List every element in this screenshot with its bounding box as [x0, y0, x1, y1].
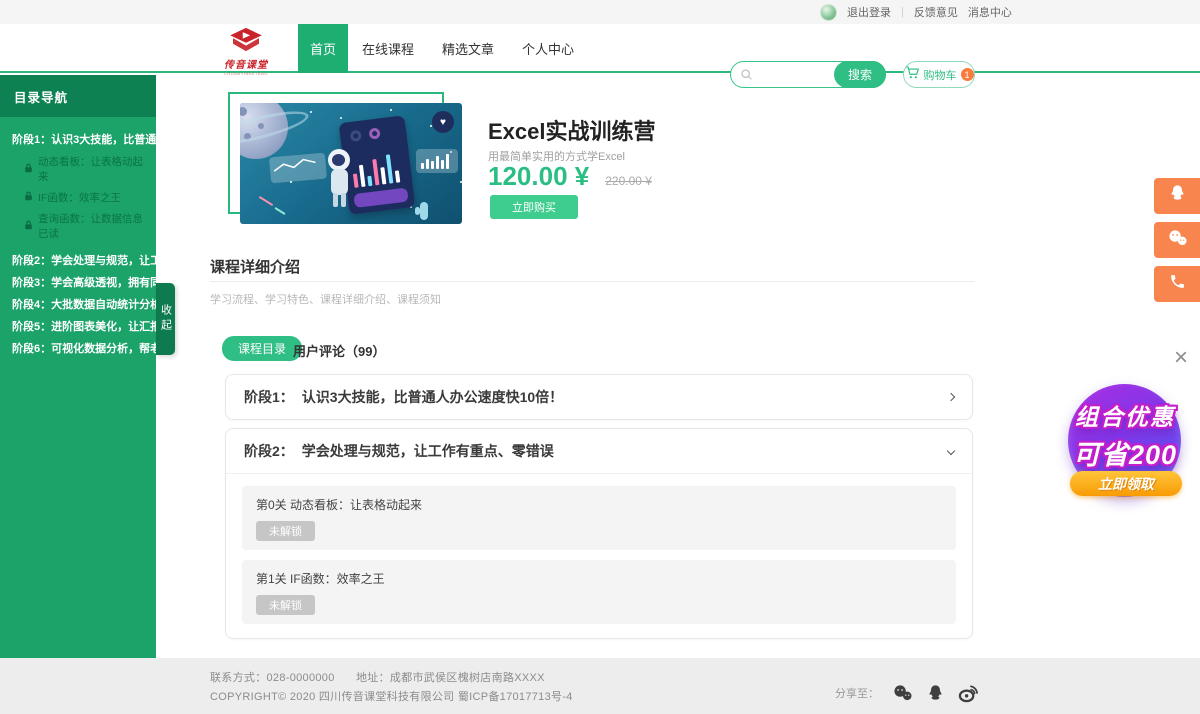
original-price: 220.00 ¥: [605, 174, 652, 188]
divider: [210, 281, 975, 282]
accordion-stage2-body: 第0关 动态看板：让表格动起来 未解锁 第1关 IF函数：效率之王 未解锁: [226, 473, 972, 638]
sidebar-subitem-lesson0[interactable]: 动态看板：让表格动起来: [0, 151, 156, 187]
cart-button[interactable]: 购物车 1: [903, 61, 975, 88]
search-button[interactable]: 搜索: [834, 61, 886, 88]
lock-icon: [24, 163, 33, 176]
main-nav: 首页 在线课程 精选文章 个人中心: [298, 24, 588, 73]
logo-subtext: CHUANYINKETANG: [220, 71, 272, 76]
detail-section-heading: 课程详细介绍: [210, 256, 300, 277]
qq-share-icon[interactable]: [926, 684, 945, 703]
sidebar-catalog-nav: 目录导航 阶段1：认识3大技能，比普通人... 动态看板：让表格动起来 IF函数…: [0, 75, 156, 658]
weibo-share-icon[interactable]: [958, 683, 979, 703]
course-title: Excel实战训练营: [488, 114, 656, 146]
course-cover-image[interactable]: ♥: [240, 103, 462, 224]
logo-icon: [226, 40, 266, 57]
stars-decoration: [310, 111, 312, 113]
sidebar-item-stage3[interactable]: 阶段3：学会高级透视，拥有同时...: [0, 272, 156, 294]
accordion-stage2: 阶段2：学会处理与规范，让工作有重点、零错误 第0关 动态看板：让表格动起来 未…: [225, 428, 973, 639]
meteor-decoration: [259, 196, 274, 206]
logo[interactable]: 传音课堂 CHUANYINKETANG: [220, 27, 272, 76]
qq-contact-button[interactable]: [1154, 178, 1200, 214]
sidebar-subitem-lesson1[interactable]: IF函数：效率之王: [0, 187, 156, 208]
sidebar-item-stage1[interactable]: 阶段1：认识3大技能，比普通人...: [0, 129, 156, 151]
footer-copyright: COPYRIGHT© 2020 四川传音课堂科技有限公司 蜀ICP备170177…: [210, 688, 573, 704]
sidebar-item-stage6[interactable]: 阶段6：可视化数据分析，帮老板...: [0, 338, 156, 360]
page: 退出登录 | 反馈意见 消息中心 传音课堂 CHUANYINKETANG 首页 …: [0, 0, 1200, 714]
tab-course-catalog[interactable]: 课程目录: [222, 336, 302, 361]
chevron-down-icon: [947, 447, 955, 455]
nav-item-profile[interactable]: 个人中心: [508, 24, 588, 73]
search-icon: [740, 68, 754, 87]
sidebar-item-stage2[interactable]: 阶段2：学会处理与规范，让工作...: [0, 250, 156, 272]
share-label: 分享至：: [835, 685, 879, 701]
avatar[interactable]: [820, 4, 837, 21]
current-price: 120.00 ¥: [488, 161, 589, 192]
wechat-contact-button[interactable]: [1154, 222, 1200, 258]
phone-icon: [1169, 273, 1186, 295]
footer-contact: 联系方式：028-0000000: [210, 672, 335, 684]
accordion-stage1: 阶段1：认识3大技能，比普通人办公速度快10倍！: [225, 374, 973, 420]
tablet-illustration: [339, 115, 416, 214]
lock-icon: [24, 220, 33, 233]
cactus-illustration: [420, 202, 428, 220]
nav-item-courses[interactable]: 在线课程: [348, 24, 428, 73]
phone-contact-button[interactable]: [1154, 266, 1200, 302]
qq-icon: [1168, 184, 1187, 208]
chart-panel-right: [416, 149, 458, 173]
feedback-link[interactable]: 反馈意见: [914, 4, 958, 20]
topbar: 退出登录 | 反馈意见 消息中心: [0, 0, 1200, 24]
footer-address: 地址：成都市武侯区槐树店南路XXXX: [356, 672, 545, 684]
locked-status-badge: 未解锁: [256, 521, 315, 541]
promo-claim-button[interactable]: 立即领取: [1070, 471, 1182, 496]
cart-label: 购物车: [924, 67, 957, 83]
buy-now-button[interactable]: 立即购买: [490, 195, 578, 219]
favorite-button[interactable]: ♥: [432, 111, 454, 133]
accordion-stage2-header[interactable]: 阶段2：学会处理与规范，让工作有重点、零错误: [226, 429, 972, 473]
floating-contact-bar: [1154, 178, 1200, 302]
navbar: 传音课堂 CHUANYINKETANG 首页 在线课程 精选文章 个人中心 搜索…: [0, 24, 1200, 73]
cart-icon: [905, 65, 920, 85]
promo-text[interactable]: 组合优惠 可省200: [1048, 398, 1200, 472]
nav-item-articles[interactable]: 精选文章: [428, 24, 508, 73]
lesson-item-0[interactable]: 第0关 动态看板：让表格动起来 未解锁: [242, 486, 956, 550]
sidebar-item-stage5[interactable]: 阶段5：进阶图表美化，让汇报一...: [0, 316, 156, 338]
cart-count-badge: 1: [961, 68, 974, 81]
footer: 联系方式：028-0000000 地址：成都市武侯区槐树店南路XXXX COPY…: [0, 658, 1200, 714]
search-box: 搜索: [730, 61, 886, 88]
sidebar-item-stage4[interactable]: 阶段4：大批数据自动统计分析，...: [0, 294, 156, 316]
price-row: 120.00 ¥ 220.00 ¥: [488, 161, 652, 192]
logout-link[interactable]: 退出登录: [847, 4, 891, 20]
detail-summary-text: 学习流程、学习特色、课程详细介绍、课程须知: [210, 291, 441, 307]
locked-status-badge: 未解锁: [256, 595, 315, 615]
heart-icon: ♥: [440, 117, 446, 128]
wechat-icon: [1167, 229, 1188, 252]
meteor-decoration: [274, 207, 285, 215]
messages-link[interactable]: 消息中心: [968, 4, 1012, 20]
chevron-right-icon: [947, 393, 955, 401]
nav-item-home[interactable]: 首页: [298, 24, 348, 73]
lock-icon: [24, 191, 33, 204]
accordion-stage1-header[interactable]: 阶段1：认识3大技能，比普通人办公速度快10倍！: [226, 375, 972, 419]
tab-user-comments[interactable]: 用户评论（99）: [293, 341, 385, 360]
wechat-share-icon[interactable]: [892, 684, 913, 702]
sidebar-subitem-lesson2[interactable]: 查询函数：让数据信息已读: [0, 208, 156, 244]
promo-close-icon[interactable]: ×: [1174, 346, 1188, 370]
sidebar-title: 目录导航: [0, 75, 156, 117]
topbar-divider: |: [901, 6, 904, 18]
chart-panel-left: [269, 153, 327, 184]
logo-text: 传音课堂: [220, 56, 272, 71]
lesson-item-1[interactable]: 第1关 IF函数：效率之王 未解锁: [242, 560, 956, 624]
sidebar-collapse-button[interactable]: 收起: [156, 283, 175, 355]
